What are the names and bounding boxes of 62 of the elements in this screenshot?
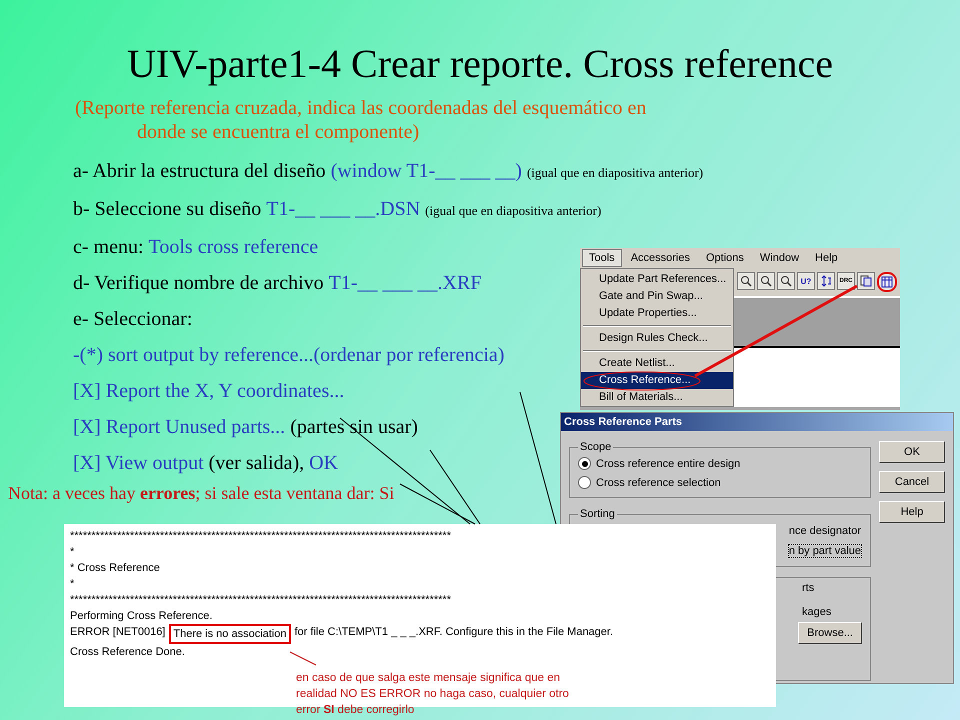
menu-item[interactable]: Design Rules Check... bbox=[581, 330, 733, 347]
instruction-text: (ver salida), bbox=[208, 451, 304, 476]
option-label: Cross reference entire design bbox=[596, 458, 740, 470]
option-label: n by part value bbox=[788, 544, 862, 558]
annotation-text: en caso de que salga este mensaje significa que en bbox=[296, 671, 562, 686]
menu-title[interactable]: Tools bbox=[582, 249, 622, 267]
option-label: nce designator bbox=[788, 524, 862, 538]
highlighted-text: (window T1-__ ___ __) bbox=[330, 159, 522, 184]
subtitle-text: (Reporte referencia cruzada, indica las coordenadas del esquemático en bbox=[75, 96, 648, 120]
note-text: Nota: a veces hay errores; si sale esta ventana dar: Si bbox=[8, 482, 394, 504]
dialog-title: Cross Reference Parts bbox=[561, 413, 953, 431]
menu-title[interactable]: Accessories bbox=[624, 249, 697, 267]
menu-item[interactable]: Cross Reference... bbox=[581, 372, 733, 389]
instruction-text: a- Abrir la estructura del diseño bbox=[73, 159, 326, 184]
output-text: ***************************************************************************************** bbox=[70, 529, 451, 544]
highlighted-text: [X] View output bbox=[73, 451, 204, 476]
browse-button[interactable]: Browse... bbox=[798, 622, 862, 644]
highlighted-text: T1-__ ___ __.DSN bbox=[266, 197, 420, 222]
menu-item[interactable]: Bill of Materials... bbox=[581, 389, 733, 406]
aside-text: (igual que en diapositiva anterior) bbox=[526, 164, 704, 182]
instruction-text: (partes sin usar) bbox=[290, 415, 418, 440]
instruction-text: c- menu: bbox=[73, 235, 144, 260]
output-text: for file C:\TEMP\T1 _ _ _.XRF. Configure this in the File Manager. bbox=[294, 625, 614, 640]
dialog-button[interactable]: Cancel bbox=[879, 471, 945, 493]
instruction-text: b- Seleccione su diseño bbox=[73, 197, 262, 222]
highlighted-text: -(*) sort output by reference...(ordenar por referencia) bbox=[73, 343, 504, 368]
dialog-button[interactable]: OK bbox=[879, 441, 945, 463]
menu-title[interactable]: Window bbox=[752, 249, 806, 267]
aside-text: (igual que en diapositiva anterior) bbox=[425, 202, 602, 220]
output-text: Performing Cross Reference. bbox=[70, 609, 212, 624]
option-label: Cross reference selection bbox=[596, 476, 721, 488]
highlighted-text: [X] Report Unused parts... bbox=[73, 415, 286, 440]
output-text: * bbox=[70, 577, 74, 592]
option-label: rts bbox=[802, 582, 816, 594]
option-label: kages bbox=[802, 606, 832, 618]
toolbar-button[interactable]: U? bbox=[797, 272, 815, 290]
highlighted-text: [X] Report the X, Y coordinates... bbox=[73, 379, 344, 404]
boxed-message: There is no association bbox=[169, 624, 290, 644]
error-code: ERROR [NET0016] bbox=[70, 625, 166, 640]
output-text: ***************************************************************************************** bbox=[70, 593, 451, 608]
highlighted-text: OK bbox=[309, 451, 338, 476]
menu-item[interactable]: Create Netlist... bbox=[581, 355, 733, 372]
instruction-text: e- Seleccionar: bbox=[73, 307, 192, 332]
subtitle-text: donde se encuentra el componente) bbox=[136, 120, 420, 144]
group-label: Scope bbox=[579, 441, 612, 453]
menu-title[interactable]: Options bbox=[698, 249, 751, 267]
dialog-button[interactable]: Help bbox=[879, 501, 945, 523]
toolbar-label: U? bbox=[800, 276, 812, 286]
slide-title: UIV-parte1-4 Crear reporte. Cross reference bbox=[126, 40, 834, 88]
annotation-text: error SI debe corregirlo bbox=[296, 703, 416, 718]
menu-item[interactable]: Update Part References... bbox=[581, 271, 733, 288]
instruction-text: d- Verifique nombre de archivo bbox=[73, 271, 324, 296]
menu-item[interactable]: Update Properties... bbox=[581, 305, 733, 322]
output-text: * Cross Reference bbox=[70, 561, 160, 576]
menu-title[interactable]: Help bbox=[808, 249, 845, 267]
highlighted-text: Tools cross reference bbox=[148, 235, 318, 260]
output-text: Cross Reference Done. bbox=[70, 645, 185, 660]
highlighted-text: T1-__ ___ __.XRF bbox=[328, 271, 482, 296]
menu-item[interactable]: Gate and Pin Swap... bbox=[581, 288, 733, 305]
annotation-text: realidad NO ES ERROR no haga caso, cualquier otro bbox=[296, 687, 570, 702]
group-label: Sorting bbox=[579, 508, 616, 520]
output-text: * bbox=[70, 545, 74, 560]
